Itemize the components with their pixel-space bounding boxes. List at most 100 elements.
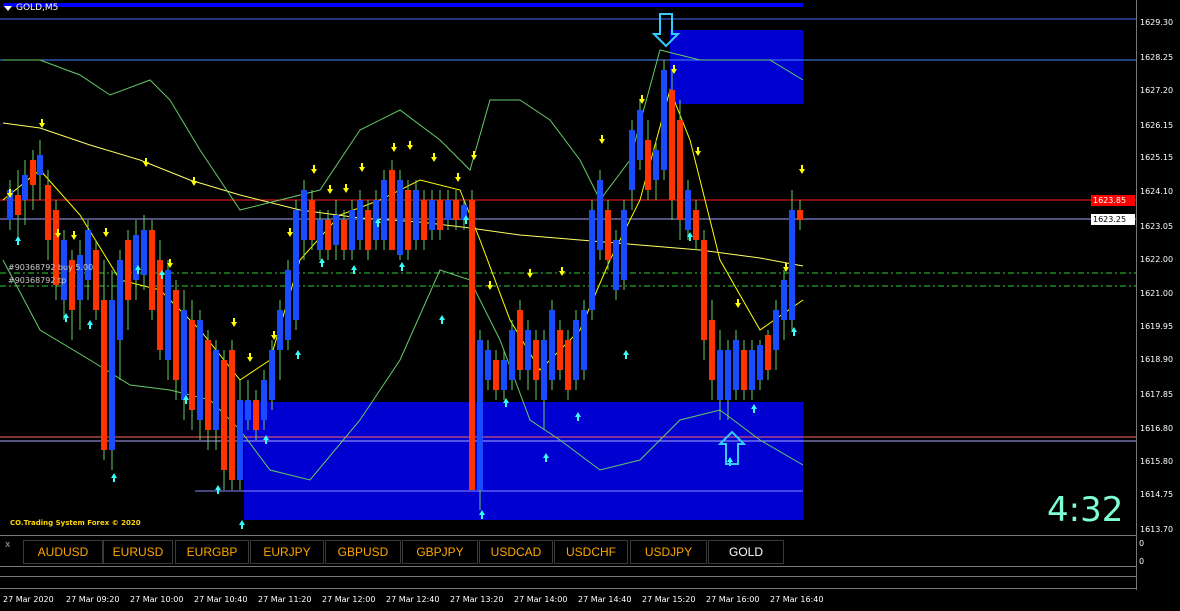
- candle-body: [165, 270, 171, 360]
- candle-body: [101, 300, 107, 450]
- candle-body: [589, 210, 595, 310]
- candle-body: [15, 195, 21, 215]
- symbol-button-gbpjpy[interactable]: GBPJPY: [402, 540, 478, 564]
- candle-body: [22, 175, 28, 200]
- candle-body: [685, 190, 691, 230]
- symbol-button-usdcad[interactable]: USDCAD: [479, 540, 553, 564]
- sell-arrow-icon: [343, 184, 349, 193]
- candle-countdown: 4:32: [1047, 490, 1124, 530]
- time-tick-label: 27 Mar 13:20: [450, 595, 504, 604]
- symbol-button-eurgbp[interactable]: EURGBP: [175, 540, 249, 564]
- sell-arrow-icon: [559, 267, 565, 276]
- candle-body: [541, 340, 547, 400]
- symbol-timeframe: GOLD,M5: [16, 3, 59, 13]
- candle-body: [581, 310, 587, 370]
- price-tick-label: 1625.15: [1140, 153, 1174, 162]
- candle-body: [757, 345, 763, 380]
- price-tick-label: 1624.10: [1140, 187, 1174, 196]
- time-tick-label: 27 Mar 12:00: [322, 595, 376, 604]
- subwindow-max: 0: [1139, 539, 1145, 548]
- time-tick-label: 27 Mar 10:00: [130, 595, 184, 604]
- candle-body: [557, 330, 563, 370]
- candle-body: [485, 350, 491, 380]
- sell-arrow-icon: [735, 299, 741, 308]
- buy-arrow-icon: [111, 473, 117, 482]
- symbol-button-gbpusd[interactable]: GBPUSD: [325, 540, 401, 564]
- symbol-button-usdjpy[interactable]: USDJPY: [630, 540, 707, 564]
- watermark-text: CO.Trading System Forex © 2020: [10, 519, 141, 527]
- sell-arrow-icon: [231, 318, 237, 327]
- candle-body: [501, 360, 507, 390]
- candle-body: [693, 210, 699, 240]
- time-tick-label: 27 Mar 14:00: [514, 595, 568, 604]
- candle-body: [125, 240, 131, 300]
- candle-body: [453, 200, 459, 220]
- buy-arrow-icon: [295, 350, 301, 359]
- candle-body: [357, 200, 363, 240]
- candle-body: [421, 200, 427, 240]
- price-tick-label: 1615.80: [1140, 457, 1174, 466]
- candle-body: [573, 320, 579, 380]
- price-tick-label: 1626.15: [1140, 121, 1174, 130]
- candle-body: [637, 110, 643, 160]
- candle-body: [37, 155, 43, 175]
- symbol-button-eurusd[interactable]: EURUSD: [103, 540, 173, 564]
- candle-body: [317, 220, 323, 250]
- time-tick-label: 27 Mar 15:20: [642, 595, 696, 604]
- price-tick-label: 1629.30: [1140, 18, 1174, 27]
- candle-body: [717, 350, 723, 400]
- candle-body: [733, 340, 739, 390]
- candle-body: [789, 210, 795, 320]
- symbol-button-eurjpy[interactable]: EURJPY: [250, 540, 324, 564]
- symbol-button-usdchf[interactable]: USDCHF: [554, 540, 628, 564]
- price-tick-label: 1614.75: [1140, 490, 1174, 499]
- candle-body: [653, 150, 659, 180]
- chart-title[interactable]: GOLD,M5: [4, 3, 58, 13]
- sell-arrow-icon: [247, 353, 253, 362]
- candle-body: [405, 190, 411, 250]
- candle-body: [437, 200, 443, 230]
- candle-body: [229, 350, 235, 480]
- price-tick-label: 1618.90: [1140, 355, 1174, 364]
- candle-body: [669, 90, 675, 200]
- candle-body: [493, 360, 499, 390]
- candle-body: [445, 200, 451, 220]
- time-tick-label: 27 Mar 09:20: [66, 595, 120, 604]
- price-tick-label: 1627.20: [1140, 86, 1174, 95]
- chevron-down-icon[interactable]: [4, 5, 12, 11]
- sell-arrow-icon: [287, 228, 293, 237]
- symbol-button-audusd[interactable]: AUDUSD: [23, 540, 103, 564]
- sell-arrow-icon: [39, 119, 45, 128]
- sell-arrow-icon: [103, 228, 109, 237]
- order-label-tp: #90368792 tp: [8, 276, 67, 285]
- candle-body: [349, 210, 355, 250]
- buy-arrow-icon: [439, 315, 445, 324]
- time-tick-label: 27 Mar 16:00: [706, 595, 760, 604]
- close-icon[interactable]: x: [5, 540, 10, 550]
- candle-body: [189, 320, 195, 410]
- candle-body: [365, 210, 371, 250]
- candle-body: [381, 180, 387, 240]
- candle-body: [333, 215, 339, 245]
- candle-body: [661, 70, 667, 170]
- candle-body: [173, 290, 179, 380]
- candle-body: [30, 160, 36, 185]
- sell-arrow-icon: [391, 143, 397, 152]
- candle-body: [773, 310, 779, 350]
- buy-arrow-icon: [399, 262, 405, 271]
- candle-body: [261, 380, 267, 420]
- price-tick-label: 1623.05: [1140, 222, 1174, 231]
- candle-body: [429, 200, 435, 230]
- candle-body: [269, 350, 275, 400]
- price-chart[interactable]: [0, 0, 1180, 611]
- sell-arrow-icon: [799, 165, 805, 174]
- candle-body: [221, 360, 227, 470]
- time-tick-label: 27 Mar 16:40: [770, 595, 824, 604]
- candle-body: [341, 220, 347, 250]
- symbol-button-gold[interactable]: GOLD: [708, 540, 784, 564]
- price-tick-label: 1613.70: [1140, 525, 1174, 534]
- candle-body: [629, 130, 635, 190]
- buy-arrow-icon: [215, 485, 221, 494]
- candle-body: [293, 210, 299, 320]
- candle-body: [621, 210, 627, 280]
